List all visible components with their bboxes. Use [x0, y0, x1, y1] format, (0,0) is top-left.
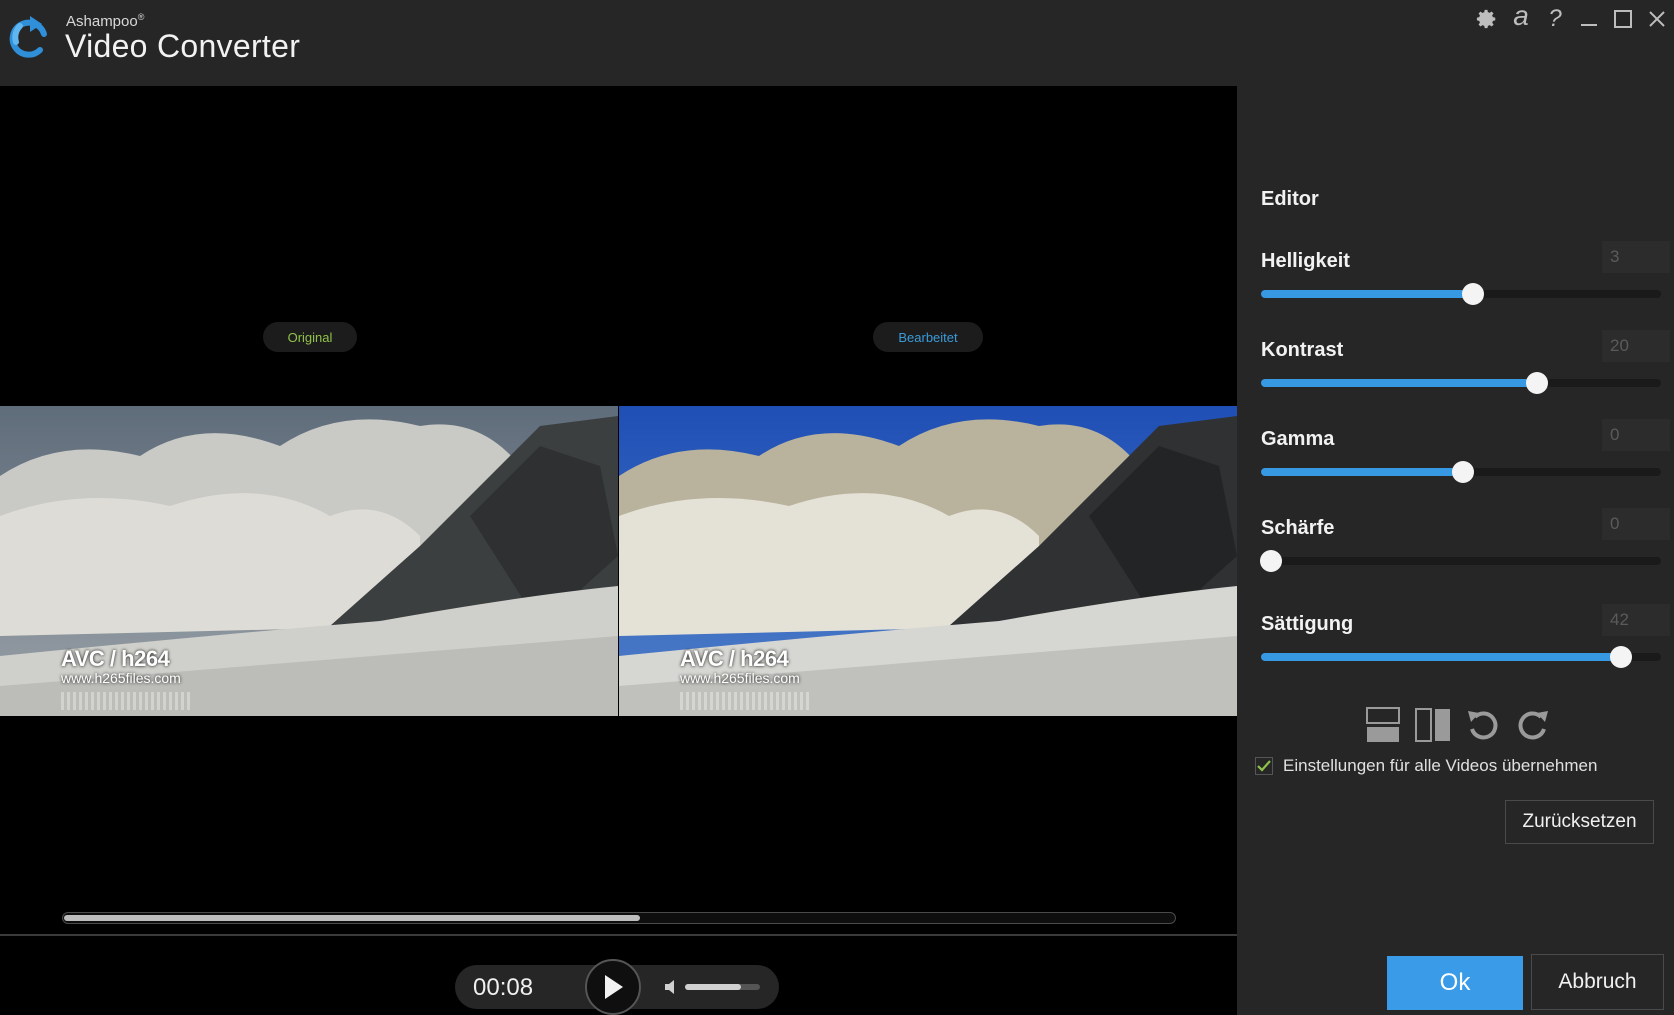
slider-fill: [1261, 290, 1473, 298]
video-watermark: AVC / h264 www.h265files.com: [61, 646, 191, 710]
split-horizontal-icon[interactable]: [1360, 702, 1406, 748]
reset-button[interactable]: Zurücksetzen: [1505, 800, 1654, 844]
help-icon[interactable]: ?: [1538, 4, 1572, 34]
slider-handle[interactable]: [1462, 283, 1484, 305]
player-controls: 00:08: [455, 959, 779, 1015]
slider-handle[interactable]: [1452, 461, 1474, 483]
param-kontrast: Kontrast 20: [1261, 330, 1670, 419]
param-slider[interactable]: [1261, 646, 1661, 668]
edited-label: Bearbeitet: [873, 322, 983, 352]
ashampoo-a-icon[interactable]: a: [1504, 0, 1538, 34]
original-video-frame: AVC / h264 www.h265files.com: [0, 406, 618, 716]
volume-slider[interactable]: [685, 984, 760, 990]
param-gamma: Gamma 0: [1261, 419, 1670, 508]
param-value-field[interactable]: 0: [1602, 419, 1670, 451]
param-label: Gamma: [1261, 428, 1335, 450]
divider: [0, 934, 1237, 936]
param-value-field[interactable]: 3: [1602, 241, 1670, 273]
view-tools: [1360, 702, 1556, 748]
seek-bar[interactable]: [62, 912, 1176, 924]
play-icon: [605, 975, 623, 999]
slider-fill: [1261, 379, 1537, 387]
original-label: Original: [263, 322, 357, 352]
param-slider[interactable]: [1261, 283, 1661, 305]
param-value-field[interactable]: 20: [1602, 330, 1670, 362]
param-label: Sättigung: [1261, 613, 1354, 635]
editor-title: Editor: [1261, 188, 1319, 210]
cancel-button[interactable]: Abbruch: [1531, 954, 1664, 1010]
rotate-right-icon[interactable]: [1510, 702, 1556, 748]
window-controls: a ?: [1470, 0, 1674, 36]
rotate-left-icon[interactable]: [1460, 702, 1506, 748]
gear-icon[interactable]: [1470, 4, 1504, 34]
slider-handle[interactable]: [1260, 550, 1282, 572]
param-value-field[interactable]: 0: [1602, 508, 1670, 540]
edited-video-frame: AVC / h264 www.h265files.com: [619, 406, 1237, 716]
close-icon[interactable]: [1640, 4, 1674, 34]
volume-icon[interactable]: [663, 978, 681, 1001]
slider-handle[interactable]: [1610, 646, 1632, 668]
minimize-icon[interactable]: [1572, 4, 1606, 34]
ok-button[interactable]: Ok: [1387, 956, 1523, 1010]
apply-all-label: Einstellungen für alle Videos übernehmen: [1283, 756, 1598, 775]
param-slider[interactable]: [1260, 550, 1661, 572]
param-label: Kontrast: [1261, 339, 1344, 361]
param-schaerfe: Schärfe 0: [1260, 508, 1670, 597]
slider-fill: [1261, 653, 1621, 661]
app-logo-icon: [6, 10, 54, 66]
current-time: 00:08: [473, 974, 534, 1001]
video-watermark: AVC / h264 www.h265files.com: [680, 646, 810, 710]
app-title: Video Converter: [65, 28, 301, 64]
play-button[interactable]: [585, 959, 641, 1015]
param-label: Helligkeit: [1261, 250, 1350, 272]
param-value-field[interactable]: 42: [1602, 604, 1670, 636]
param-slider[interactable]: [1261, 372, 1661, 394]
checkmark-icon: [1257, 760, 1271, 772]
param-helligkeit: Helligkeit 3: [1261, 241, 1670, 330]
maximize-icon[interactable]: [1606, 4, 1640, 34]
split-vertical-icon[interactable]: [1410, 702, 1456, 748]
param-slider[interactable]: [1261, 461, 1661, 483]
video-preview-area: Original Bearbeitet AVC / h264 www.h265f…: [0, 86, 1237, 1015]
slider-handle[interactable]: [1526, 372, 1548, 394]
slider-fill: [1261, 468, 1463, 476]
param-label: Schärfe: [1261, 517, 1335, 539]
param-saettigung: Sättigung 42: [1261, 604, 1670, 693]
seek-progress: [64, 915, 641, 921]
editor-panel: Editor Helligkeit 3 Kontrast 20 Gamma 0 …: [1237, 86, 1674, 1015]
volume-level: [685, 984, 742, 990]
title-bar: Ashampoo® Video Converter a ?: [0, 0, 1674, 86]
checkbox-box[interactable]: [1255, 757, 1273, 775]
apply-all-checkbox[interactable]: Einstellungen für alle Videos übernehmen: [1255, 756, 1597, 776]
